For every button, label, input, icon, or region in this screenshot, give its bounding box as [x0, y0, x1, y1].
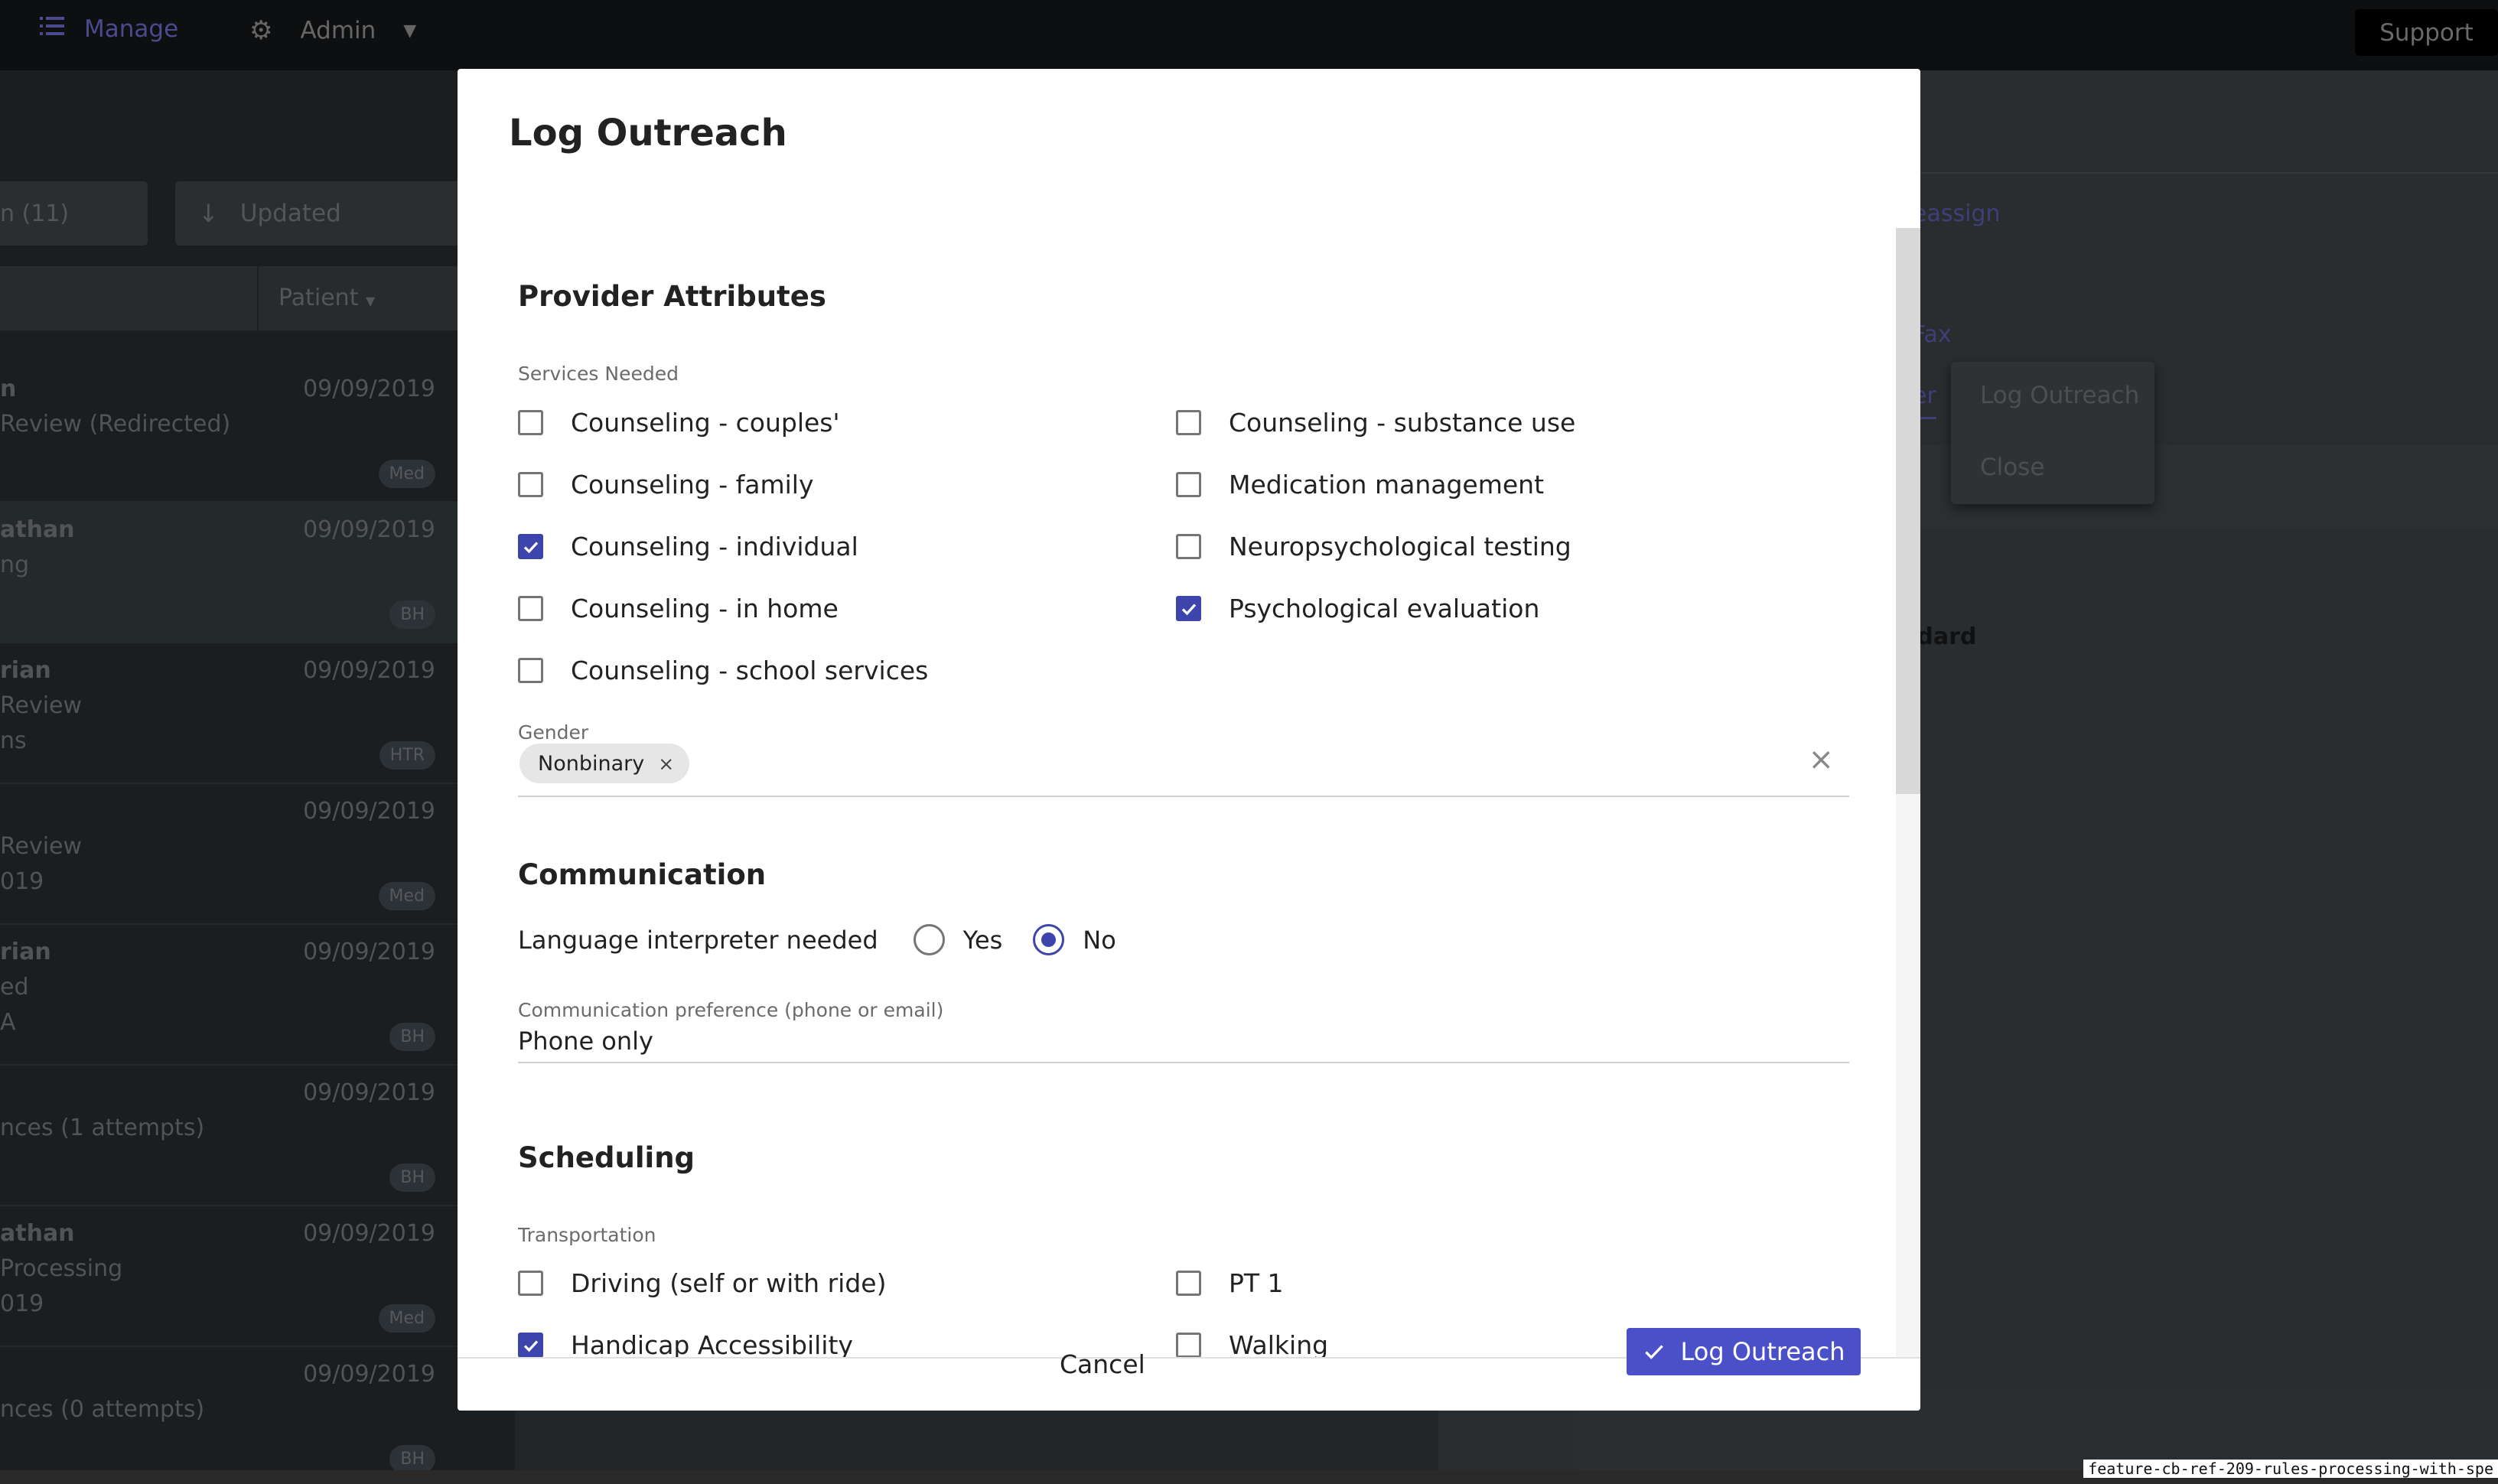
nav-admin-label: Admin — [300, 17, 376, 44]
gear-icon: ⚙ — [249, 15, 273, 46]
checkbox-neuropsychological-testing[interactable]: Neuropsychological testing — [1176, 532, 1571, 561]
sort-label: Updated — [239, 200, 341, 227]
checkbox[interactable] — [518, 596, 543, 621]
cancel-button[interactable]: Cancel — [1060, 1349, 1145, 1379]
list-item[interactable]: nces (1 attempts) 09/09/2019 BH — [0, 1066, 515, 1206]
menu-item-close[interactable]: Close — [1980, 454, 2044, 481]
checkbox-counseling-couples[interactable]: Counseling - couples' — [518, 408, 840, 438]
log-outreach-modal: Log Outreach Provider Attributes Service… — [458, 69, 1920, 1411]
scrollbar-thumb[interactable] — [1896, 228, 1920, 794]
checkmark-icon — [523, 1339, 538, 1352]
services-needed-label: Services Needed — [518, 363, 679, 385]
list-item[interactable]: rian ed A 09/09/2019 BH — [0, 925, 515, 1066]
checkbox[interactable] — [1176, 472, 1201, 497]
list-item[interactable]: rian Review ns 09/09/2019 HTR — [0, 643, 515, 784]
interpreter-label: Language interpreter needed — [518, 925, 878, 955]
type-badge: Med — [378, 882, 435, 910]
checkbox-medication-management[interactable]: Medication management — [1176, 470, 1544, 500]
list-item[interactable]: nces (0 attempts) 09/09/2019 BH — [0, 1347, 515, 1484]
type-badge: BH — [389, 1163, 435, 1192]
checkmark-icon — [1181, 603, 1196, 615]
type-badge: Med — [378, 460, 435, 488]
checkbox[interactable] — [518, 658, 543, 683]
nav-manage-label: Manage — [84, 15, 179, 43]
caret-down-icon: ▼ — [366, 294, 376, 308]
column-patient[interactable]: Patient ▼ — [278, 285, 375, 311]
clear-icon[interactable]: × — [1808, 742, 1834, 777]
arrow-down-icon: ↓ — [198, 199, 219, 228]
checkbox-driving[interactable]: Driving (self or with ride) — [518, 1268, 886, 1298]
checkbox-counseling-in-home[interactable]: Counseling - in home — [518, 594, 839, 623]
list-item[interactable]: Review 019 09/09/2019 Med — [0, 784, 515, 925]
gender-select[interactable]: Nonbinary × × — [518, 739, 1849, 797]
checkbox[interactable] — [518, 410, 543, 435]
chip-remove-icon[interactable]: × — [658, 753, 674, 775]
communication-preference-value: Phone only — [518, 1027, 653, 1056]
support-button[interactable]: Support — [2355, 9, 2498, 56]
modal-title: Log Outreach — [509, 112, 787, 155]
checkbox-checked[interactable] — [518, 1333, 543, 1357]
section-scheduling: Scheduling — [518, 1141, 695, 1174]
type-badge: HTR — [379, 741, 435, 770]
checkmark-icon — [523, 541, 538, 553]
type-badge: BH — [389, 600, 435, 629]
communication-preference-field[interactable]: Communication preference (phone or email… — [518, 999, 1849, 1063]
checkbox[interactable] — [1176, 410, 1201, 435]
list-item[interactable]: athan ng 09/09/2019 BH — [0, 503, 515, 643]
type-badge: Med — [378, 1304, 435, 1333]
checkbox-handicap-accessibility[interactable]: Handicap Accessibility — [518, 1330, 853, 1357]
list-icon — [40, 15, 64, 43]
checkbox-walking[interactable]: Walking — [1176, 1330, 1328, 1357]
checkbox[interactable] — [1176, 1333, 1201, 1357]
checkbox[interactable] — [1176, 534, 1201, 559]
type-badge: BH — [389, 1023, 435, 1051]
checkmark-icon — [1644, 1345, 1663, 1359]
actions-menu: Log Outreach Close — [1951, 362, 2154, 504]
checkbox-counseling-individual[interactable]: Counseling - individual — [518, 532, 858, 561]
radio-yes[interactable] — [913, 924, 945, 955]
type-badge: BH — [389, 1445, 435, 1473]
top-nav-bar: Manage ⚙ Admin ▼ Support — [0, 0, 2498, 70]
checkbox[interactable] — [518, 472, 543, 497]
column-divider — [257, 266, 259, 332]
communication-preference-label: Communication preference (phone or email… — [518, 999, 944, 1021]
log-outreach-button[interactable]: Log Outreach — [1627, 1328, 1861, 1375]
checkbox-psychological-evaluation[interactable]: Psychological evaluation — [1176, 594, 1539, 623]
radio-yes-label: Yes — [962, 925, 1003, 955]
nav-manage[interactable]: Manage — [40, 15, 178, 43]
section-provider-attributes: Provider Attributes — [518, 280, 826, 313]
nav-admin[interactable]: ⚙ Admin ▼ — [249, 15, 416, 46]
list-item[interactable]: athan Processing 019 09/09/2019 Med — [0, 1206, 515, 1347]
list-item[interactable]: n Review (Redirected) 09/09/2019 Med — [0, 362, 515, 503]
gender-chip-label: Nonbinary — [538, 751, 645, 776]
section-communication: Communication — [518, 858, 767, 891]
background-divider — [1852, 172, 2498, 174]
caret-down-icon: ▼ — [403, 21, 417, 41]
transportation-label: Transportation — [518, 1224, 656, 1246]
checkbox-counseling-substance-use[interactable]: Counseling - substance use — [1176, 408, 1575, 438]
list-header: Patient ▼ — [0, 266, 515, 332]
checkbox[interactable] — [1176, 1271, 1201, 1296]
gender-chip: Nonbinary × — [519, 744, 690, 783]
radio-no[interactable] — [1033, 924, 1065, 955]
menu-item-log-outreach[interactable]: Log Outreach — [1980, 382, 2139, 409]
checkbox-pt-1[interactable]: PT 1 — [1176, 1268, 1284, 1298]
interpreter-radio-group: Language interpreter needed Yes No — [518, 924, 1116, 955]
checkbox-checked[interactable] — [518, 534, 543, 559]
modal-body: Provider Attributes Services Needed Coun… — [518, 207, 1849, 1357]
branch-label: feature-cb-ref-209-rules-processing-with… — [2083, 1460, 2498, 1478]
checkbox-counseling-school-services[interactable]: Counseling - school services — [518, 656, 928, 685]
radio-no-label: No — [1083, 925, 1116, 955]
log-outreach-button-label: Log Outreach — [1680, 1337, 1845, 1366]
filter-chip[interactable]: n (11) — [0, 181, 148, 246]
checkbox-counseling-family[interactable]: Counseling - family — [518, 470, 814, 500]
checkbox-checked[interactable] — [1176, 596, 1201, 621]
reassign-link[interactable]: eassign — [1913, 200, 2001, 227]
checkbox[interactable] — [518, 1271, 543, 1296]
